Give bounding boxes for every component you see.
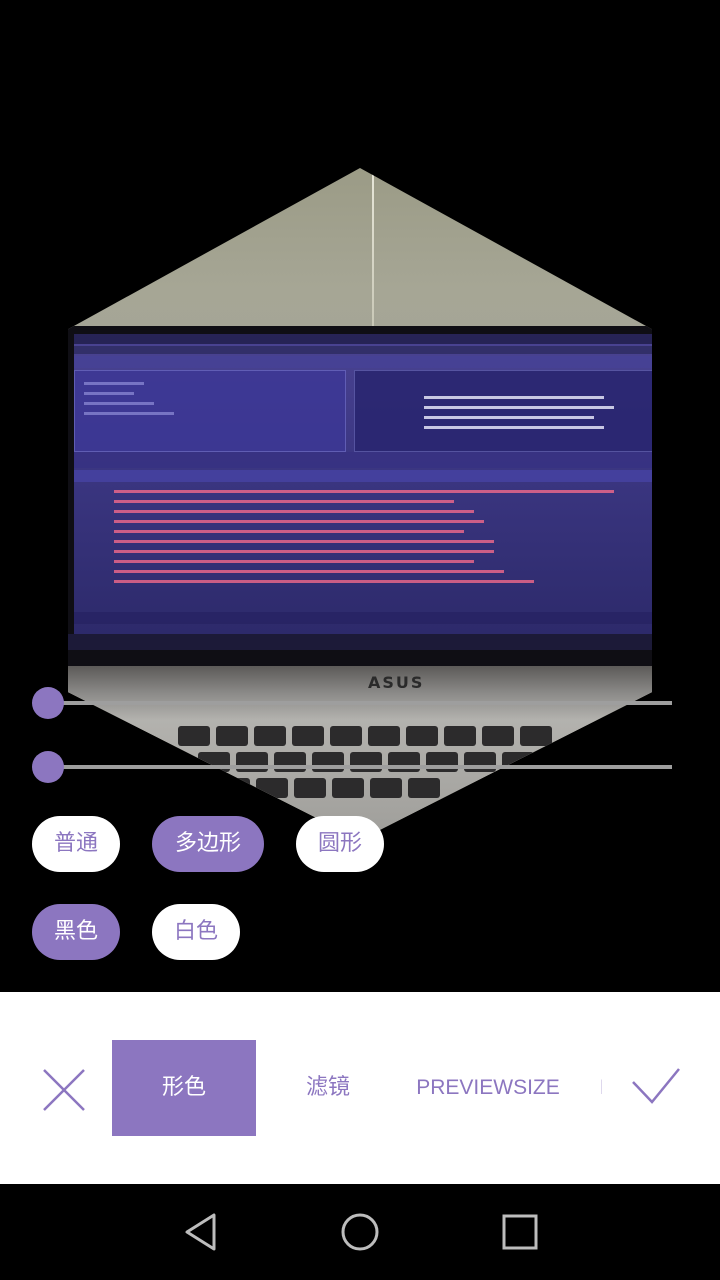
- os-taskbar: [68, 634, 652, 650]
- shape-normal-button[interactable]: 普通: [32, 816, 120, 872]
- color-white-button[interactable]: 白色: [152, 904, 240, 960]
- shape-circle-button[interactable]: 圆形: [296, 816, 384, 872]
- ide-status-bar: [74, 612, 652, 624]
- nav-recents-button[interactable]: [500, 1212, 540, 1252]
- nav-home-button[interactable]: [340, 1212, 380, 1252]
- shape-polygon-button[interactable]: 多边形: [152, 816, 264, 872]
- slider-2[interactable]: [32, 750, 672, 784]
- slider-1-thumb[interactable]: [32, 687, 64, 719]
- nav-recents-icon: [502, 1214, 538, 1250]
- confirm-button[interactable]: [630, 1066, 682, 1106]
- navigation-bar: [0, 1184, 720, 1280]
- tab-filter[interactable]: 滤镜: [256, 1040, 400, 1136]
- slider-2-track[interactable]: [48, 765, 672, 769]
- ide-window: [74, 334, 652, 634]
- close-icon: [43, 1069, 85, 1111]
- check-icon: [632, 1068, 680, 1104]
- tab-more[interactable]: F: [600, 1040, 602, 1136]
- nav-back-button[interactable]: [182, 1212, 222, 1252]
- laptop-screen: [68, 326, 652, 666]
- tab-preview-size[interactable]: PREVIEWSIZE: [400, 1040, 576, 1136]
- slider-1[interactable]: [32, 686, 672, 720]
- nav-back-icon: [185, 1213, 216, 1251]
- ide-title-bar: [74, 334, 652, 344]
- ide-toolbar: [74, 356, 652, 368]
- close-button[interactable]: [40, 1066, 88, 1114]
- camera-preview: ASUS: [68, 168, 652, 840]
- slider-1-track[interactable]: [48, 701, 672, 705]
- nav-home-icon: [341, 1213, 379, 1251]
- color-black-button[interactable]: 黑色: [32, 904, 120, 960]
- wall-corner: [372, 168, 374, 343]
- ide-monitor-bar: [74, 452, 652, 468]
- slider-2-thumb[interactable]: [32, 751, 64, 783]
- ide-logcat-toolbar: [74, 470, 652, 482]
- ide-editor-panel: [354, 370, 652, 452]
- bottom-tab-bar: 形色 滤镜 PREVIEWSIZE F: [112, 1040, 602, 1136]
- bottom-panel: 形色 滤镜 PREVIEWSIZE F: [0, 992, 720, 1184]
- ide-menu-bar: [74, 346, 652, 354]
- tab-shape-color[interactable]: 形色: [112, 1040, 256, 1136]
